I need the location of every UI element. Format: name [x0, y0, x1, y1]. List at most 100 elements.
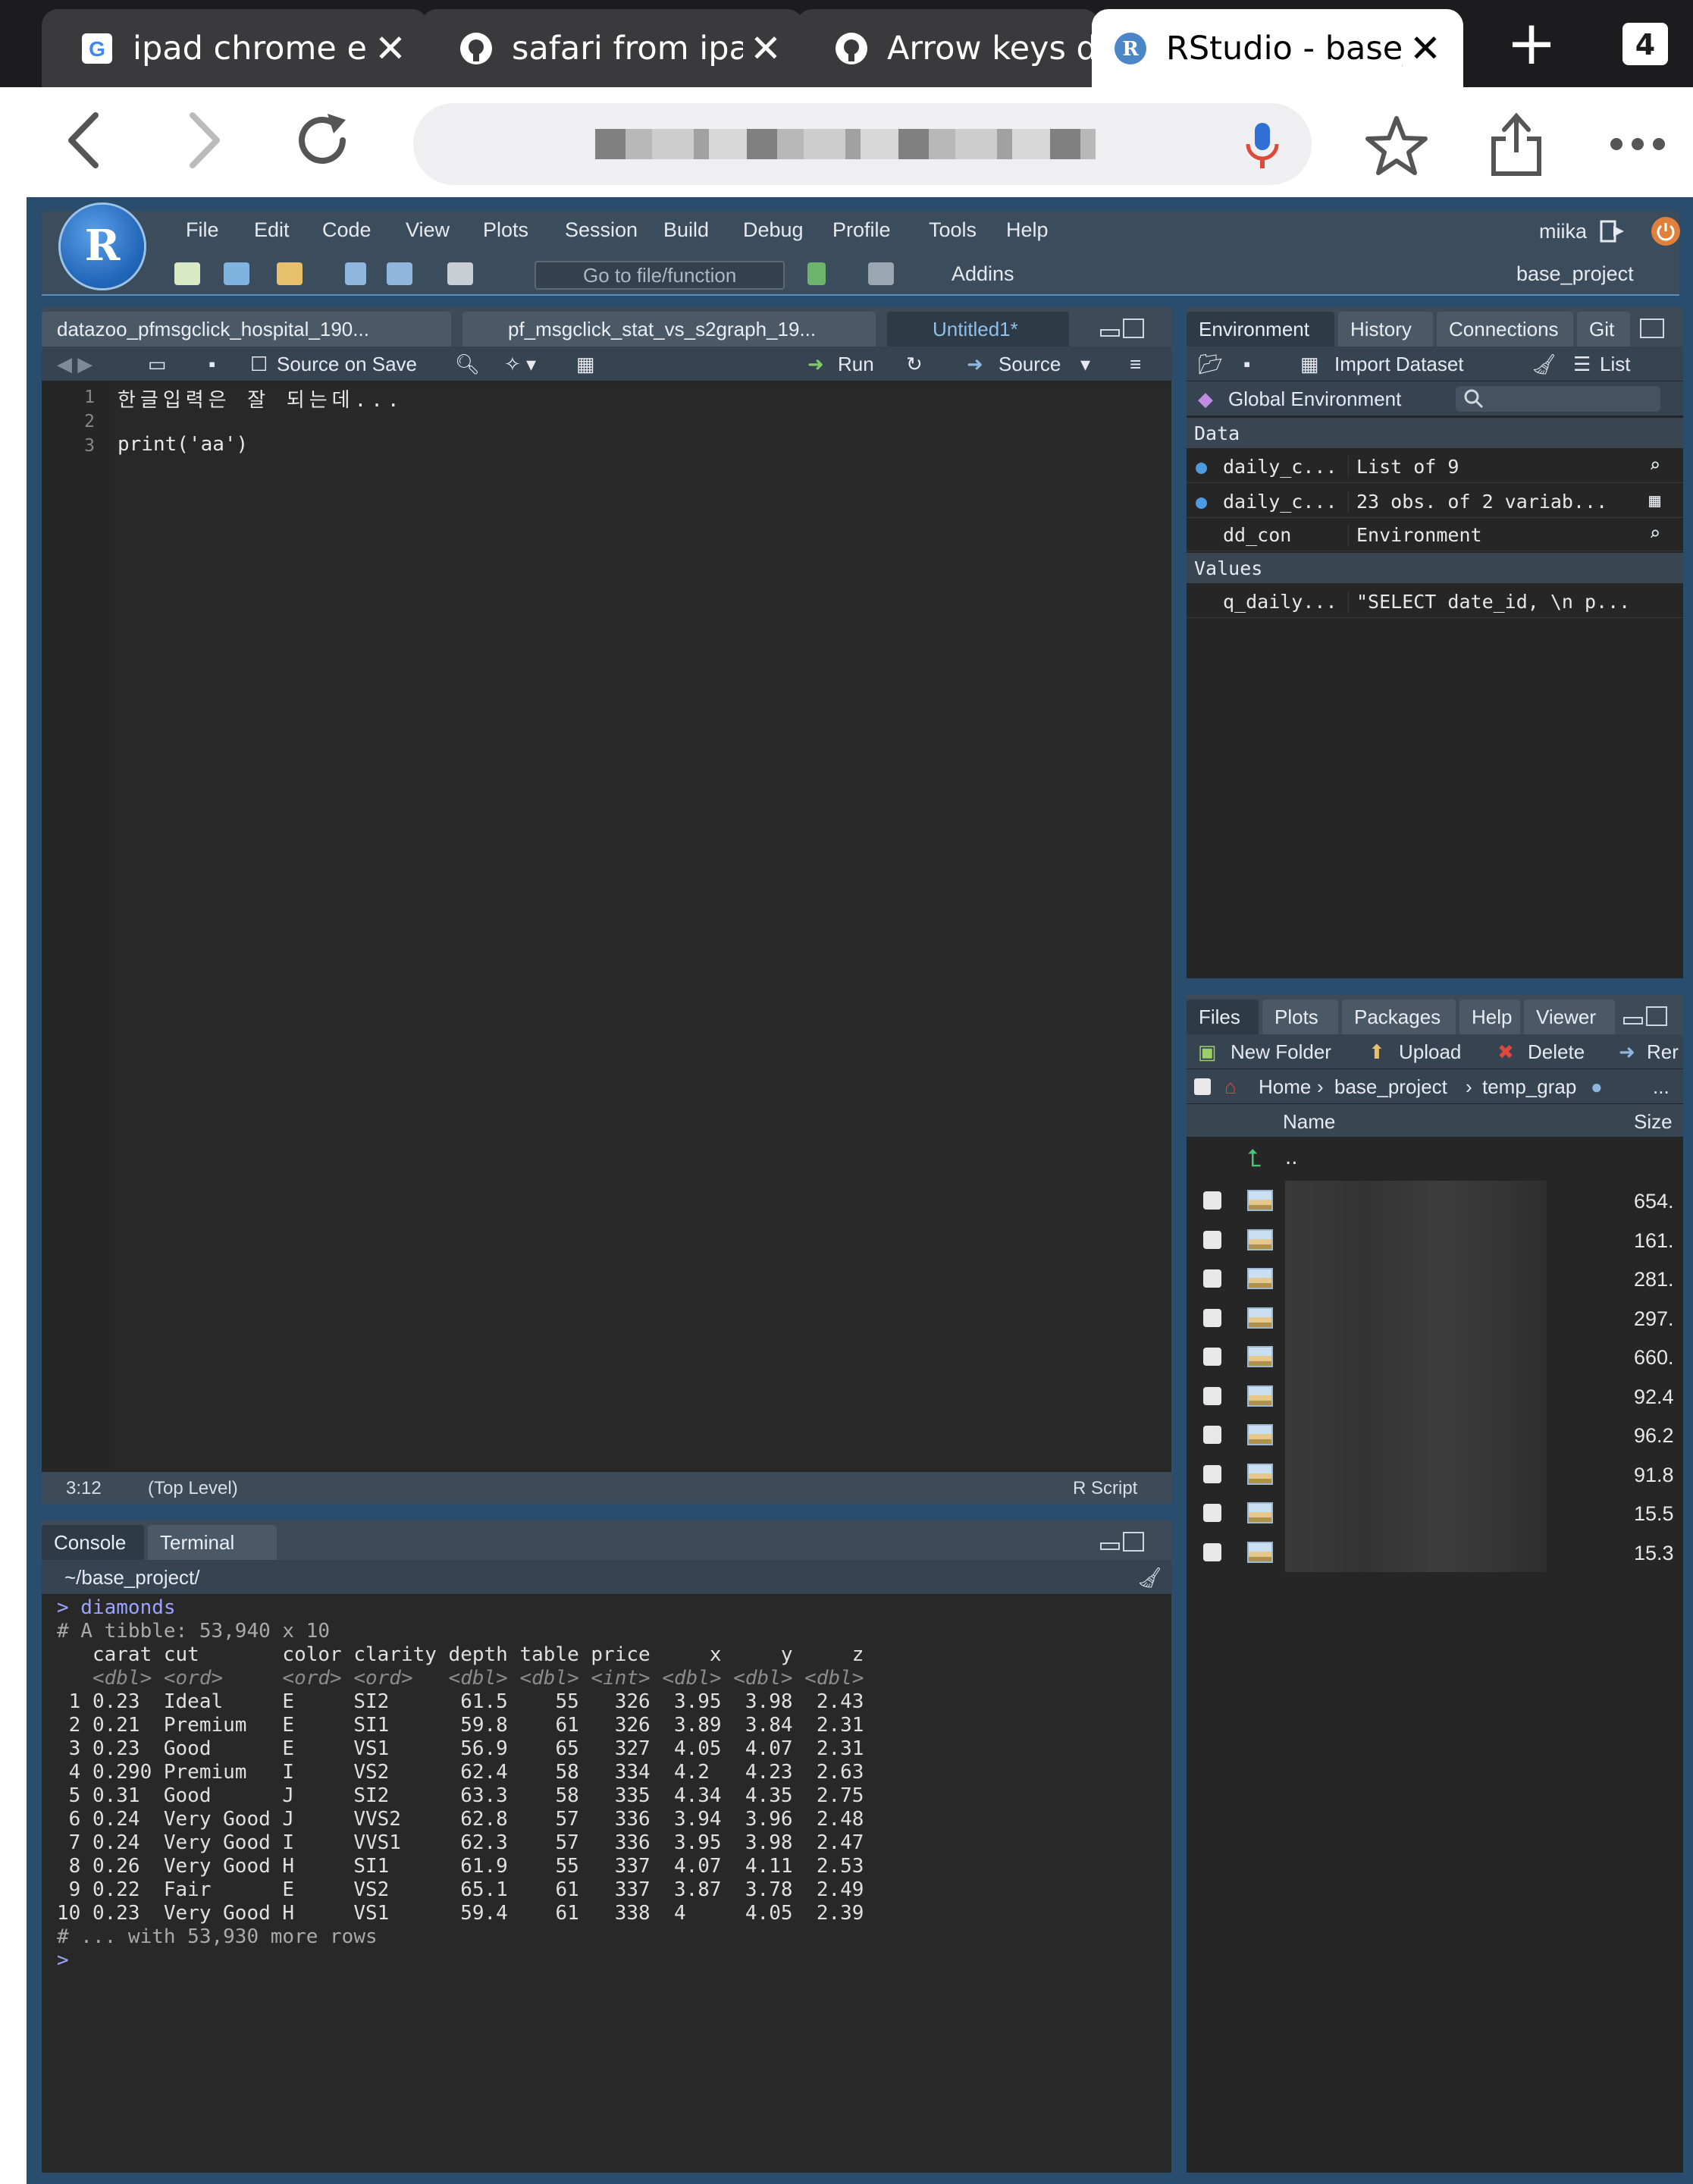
rename-button[interactable]: Rer [1647, 1040, 1679, 1064]
console-prompt[interactable]: > [57, 1949, 80, 1972]
menu-code[interactable]: Code [322, 218, 372, 242]
tab-packages[interactable]: Packages [1342, 999, 1456, 1034]
reload-icon[interactable] [288, 106, 356, 174]
close-icon[interactable]: ✕ [1403, 27, 1448, 71]
file-type-selector[interactable]: R Script [1073, 1478, 1137, 1499]
blurred-file-name[interactable] [1285, 1415, 1547, 1454]
tab-files[interactable]: Files [1187, 999, 1259, 1034]
blurred-file-name[interactable] [1285, 1181, 1547, 1220]
more-breadcrumb[interactable]: ... [1653, 1075, 1669, 1099]
column-size[interactable]: Size [1634, 1110, 1673, 1134]
file-row[interactable]: 281. [1187, 1259, 1683, 1298]
share-icon[interactable] [1486, 110, 1547, 178]
delete-button[interactable]: Delete [1528, 1040, 1585, 1064]
save-all-icon[interactable] [387, 262, 412, 285]
new-tab-button[interactable]: + [1505, 13, 1558, 74]
import-dataset-button[interactable]: Import Dataset [1334, 353, 1464, 376]
maximize-icon[interactable] [1638, 318, 1668, 339]
sign-out-icon[interactable] [1600, 218, 1626, 244]
menu-edit[interactable]: Edit [254, 218, 290, 242]
env-row[interactable]: ● daily_c... 23 obs. of 2 variab... ▦ [1187, 485, 1683, 518]
file-checkbox[interactable] [1203, 1464, 1221, 1483]
blurred-file-name[interactable] [1285, 1298, 1547, 1338]
load-workspace-icon[interactable]: 📂︎ [1198, 353, 1223, 376]
workspace-panes-icon[interactable] [868, 262, 894, 285]
file-checkbox[interactable] [1203, 1230, 1221, 1249]
column-name[interactable]: Name [1283, 1110, 1335, 1134]
rename-icon[interactable]: ➜ [1619, 1040, 1635, 1064]
table-view-icon[interactable]: ▦ [1649, 489, 1660, 511]
file-checkbox[interactable] [1203, 1308, 1221, 1327]
tab-viewer[interactable]: Viewer [1524, 999, 1615, 1034]
tab-help[interactable]: Help [1459, 999, 1520, 1034]
menu-plots[interactable]: Plots [483, 218, 528, 242]
file-row[interactable]: 654. [1187, 1181, 1683, 1220]
breadcrumb-temp-grap[interactable]: temp_grap [1482, 1075, 1576, 1099]
go-to-file-input[interactable]: Go to file/function [535, 261, 785, 290]
compile-report-icon[interactable]: ▦ [576, 353, 595, 376]
env-row[interactable]: q_daily... "SELECT date_id, \n p... [1187, 585, 1683, 618]
open-file-icon[interactable] [277, 262, 303, 285]
back-icon[interactable] [52, 106, 120, 174]
address-bar[interactable] [413, 103, 1312, 185]
environment-search-input[interactable] [1456, 386, 1660, 412]
console-output[interactable]: > diamonds # A tibble: 53,940 x 10 carat… [42, 1596, 1171, 2173]
file-checkbox[interactable] [1203, 1348, 1221, 1366]
menu-tools[interactable]: Tools [929, 218, 977, 242]
blurred-file-name[interactable] [1285, 1259, 1547, 1298]
tab-untitled1[interactable]: Untitled1* [887, 312, 1069, 347]
file-checkbox[interactable] [1203, 1386, 1221, 1405]
tab-plots[interactable]: Plots [1262, 999, 1338, 1034]
menu-build[interactable]: Build [663, 218, 709, 242]
file-row[interactable]: 92.4 [1187, 1376, 1683, 1416]
import-dataset-icon[interactable]: ▦ [1300, 353, 1319, 376]
select-all-checkbox[interactable] [1194, 1078, 1211, 1095]
tab-environment[interactable]: Environment [1187, 312, 1334, 347]
global-environment-selector[interactable]: Global Environment [1228, 388, 1401, 411]
minimize-maximize-icon[interactable] [1622, 1006, 1668, 1027]
file-row[interactable]: 96.2 [1187, 1415, 1683, 1454]
minimize-maximize-icon[interactable] [1099, 1531, 1145, 1552]
new-file-icon[interactable] [174, 262, 200, 285]
home-icon[interactable]: ⌂ [1224, 1075, 1237, 1099]
blurred-file-name[interactable] [1285, 1376, 1547, 1416]
upload-icon[interactable]: ⬆ [1369, 1040, 1385, 1064]
tab-history[interactable]: History [1338, 312, 1433, 347]
menu-file[interactable]: File [186, 218, 219, 242]
tab-datazoo-file[interactable]: datazoo_pfmsgclick_hospital_190... [42, 312, 451, 347]
addins-menu[interactable]: Addins [952, 262, 1014, 286]
source-dropdown-icon[interactable]: ▾ [1080, 353, 1090, 376]
file-checkbox[interactable] [1203, 1426, 1221, 1444]
clear-workspace-icon[interactable]: 🧹︎ [1532, 353, 1557, 376]
file-row[interactable]: 91.8 [1187, 1454, 1683, 1494]
bookmark-star-icon[interactable] [1365, 114, 1428, 177]
search-icon[interactable]: 🔍︎ [455, 353, 480, 376]
tab-git[interactable]: Git [1577, 312, 1630, 347]
outline-icon[interactable]: ≡ [1130, 353, 1141, 376]
tab-count-button[interactable]: 4 [1622, 23, 1668, 65]
blurred-file-name[interactable] [1285, 1493, 1547, 1533]
rerun-icon[interactable]: ↻ [906, 353, 923, 376]
search-icon[interactable]: ⌕ [1649, 522, 1660, 544]
source-icon[interactable]: ➜ [967, 353, 983, 376]
save-workspace-icon[interactable]: ▪ [1243, 353, 1250, 376]
power-icon[interactable] [1651, 217, 1680, 246]
file-row[interactable]: 161. [1187, 1219, 1683, 1260]
more-options-icon[interactable] [1607, 133, 1668, 155]
browser-tab-1[interactable]: G ipad chrome exte ✕ [42, 9, 428, 87]
forward-icon[interactable] [168, 106, 237, 174]
menu-help[interactable]: Help [1006, 218, 1049, 242]
new-folder-icon[interactable]: ▣ [1198, 1040, 1217, 1064]
microphone-icon[interactable] [1243, 121, 1281, 170]
show-in-window-icon[interactable]: ▭ [148, 353, 167, 376]
browser-tab-2[interactable]: safari from ipad ✕ [421, 9, 804, 87]
browser-tab-4-active[interactable]: R RStudio - base_pr ✕ [1092, 9, 1463, 87]
menu-profile[interactable]: Profile [832, 218, 891, 242]
blurred-file-name[interactable] [1285, 1454, 1547, 1494]
expand-icon[interactable]: ● [1196, 456, 1207, 478]
file-row[interactable]: 660. [1187, 1337, 1683, 1376]
code-tools-icon[interactable]: ✧ ▾ [504, 353, 536, 376]
list-view-selector[interactable]: List [1600, 353, 1630, 376]
list-view-icon[interactable]: ☰ [1573, 353, 1591, 376]
source-button[interactable]: Source [999, 353, 1061, 376]
